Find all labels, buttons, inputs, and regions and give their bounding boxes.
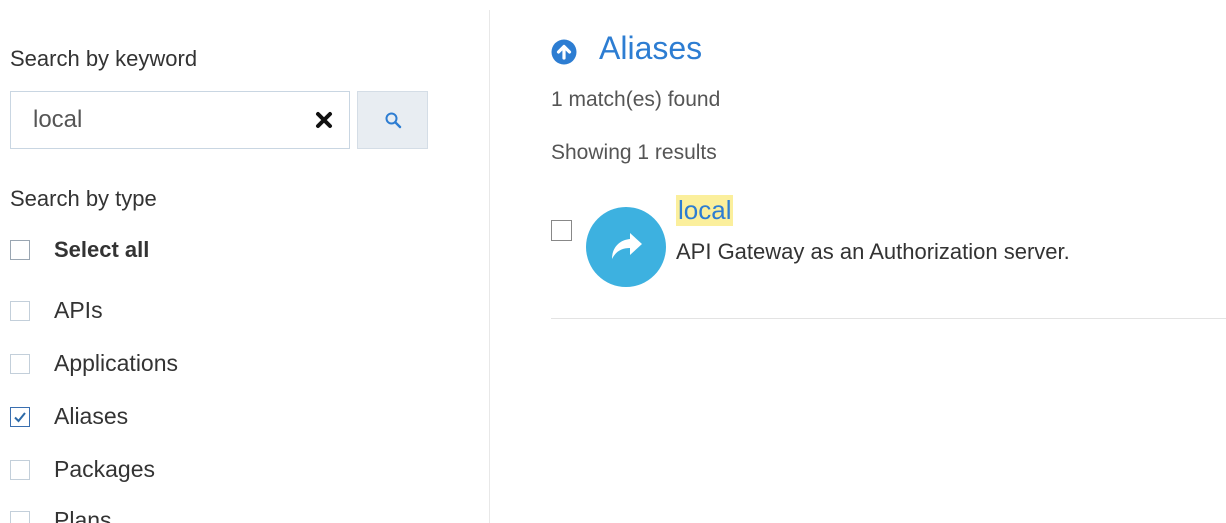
close-icon bbox=[316, 112, 332, 128]
type-label-packages[interactable]: Packages bbox=[54, 456, 155, 483]
result-separator bbox=[551, 318, 1226, 319]
keyword-search-input[interactable] bbox=[11, 92, 301, 148]
type-checkbox-applications[interactable] bbox=[10, 354, 30, 374]
match-count-text: 1 match(es) found bbox=[551, 88, 721, 111]
type-checkbox-plans[interactable] bbox=[10, 511, 30, 523]
type-label-plans[interactable]: Plans bbox=[54, 507, 112, 523]
result-list-item: local API Gateway as an Authorization se… bbox=[551, 195, 1226, 287]
type-label-apis[interactable]: APIs bbox=[54, 297, 103, 324]
select-all-label[interactable]: Select all bbox=[54, 237, 149, 263]
result-description: API Gateway as an Authorization server. bbox=[676, 239, 1070, 264]
search-button[interactable] bbox=[357, 91, 428, 149]
clear-search-button[interactable] bbox=[311, 107, 337, 133]
filter-panel: Search by keyword Search by type Select … bbox=[0, 0, 490, 523]
select-all-checkbox[interactable] bbox=[10, 240, 30, 260]
type-checkbox-apis[interactable] bbox=[10, 301, 30, 321]
type-label-aliases[interactable]: Aliases bbox=[54, 403, 128, 430]
arrow-up-circle-icon[interactable] bbox=[551, 39, 577, 65]
search-by-type-title: Search by type bbox=[10, 186, 157, 211]
panel-divider bbox=[489, 10, 490, 523]
results-section-title: Aliases bbox=[599, 30, 703, 66]
type-label-applications[interactable]: Applications bbox=[54, 350, 178, 377]
checkmark-icon bbox=[14, 412, 26, 423]
result-select-checkbox[interactable] bbox=[551, 220, 572, 241]
result-name-link[interactable]: local bbox=[676, 195, 734, 226]
share-arrow-icon bbox=[612, 233, 642, 259]
alias-avatar bbox=[586, 207, 666, 287]
showing-count-text: Showing 1 results bbox=[551, 141, 717, 164]
search-icon bbox=[385, 112, 402, 129]
type-checkbox-aliases[interactable] bbox=[10, 407, 30, 427]
keyword-search-box bbox=[10, 91, 350, 149]
search-by-keyword-title: Search by keyword bbox=[10, 46, 198, 71]
search-page: Search by keyword Search by type Select … bbox=[0, 0, 1226, 523]
type-checkbox-packages[interactable] bbox=[10, 460, 30, 480]
